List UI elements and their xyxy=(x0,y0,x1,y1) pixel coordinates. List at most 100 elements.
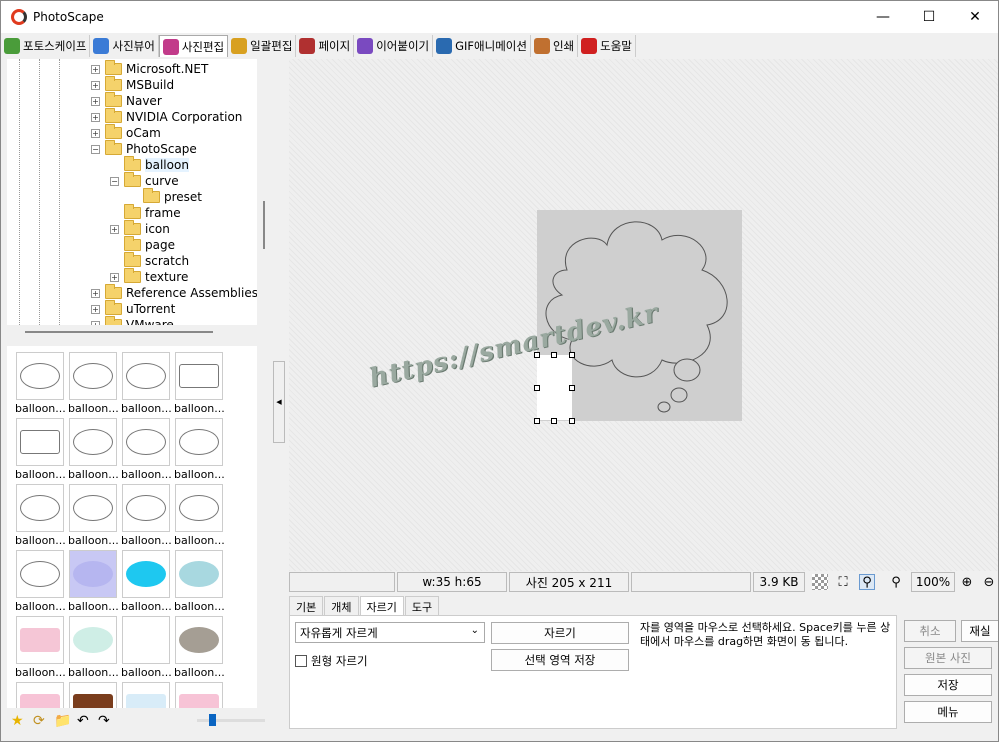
crop-selection[interactable] xyxy=(537,355,572,420)
tree-expander[interactable]: + xyxy=(91,304,100,314)
tree-item[interactable]: balloon xyxy=(110,156,189,173)
circle-crop-checkbox[interactable]: 원형 자르기 xyxy=(295,653,368,669)
balloon-thumbnail[interactable]: balloon... xyxy=(121,550,171,613)
panel-tab-3[interactable]: 도구 xyxy=(404,596,440,617)
balloon-thumbnail[interactable]: balloon... xyxy=(68,550,118,613)
balloon-thumbnail[interactable]: balloon... xyxy=(15,682,65,708)
tree-item[interactable]: + Naver xyxy=(91,92,162,109)
panel-tab-1[interactable]: 개체 xyxy=(324,596,359,617)
transparency-icon[interactable] xyxy=(812,574,828,590)
tab-5[interactable]: 이어붙이기 xyxy=(354,35,434,57)
tree-item[interactable]: + Microsoft.NET xyxy=(91,60,208,77)
favorite-star-icon[interactable]: ★ xyxy=(11,713,24,729)
minimize-button[interactable]: — xyxy=(860,1,906,33)
balloon-thumbnail[interactable]: balloon... xyxy=(68,418,118,481)
tree-expander[interactable]: − xyxy=(110,176,119,186)
tree-item[interactable]: + NVIDIA Corporation xyxy=(91,108,242,125)
back-arrow-icon[interactable]: ↶ xyxy=(77,713,89,729)
balloon-thumbnail[interactable]: balloon... xyxy=(15,616,65,679)
balloon-thumbnail[interactable]: balloon... xyxy=(15,352,65,415)
balloon-thumbnail[interactable]: balloon... xyxy=(174,616,224,679)
tree-item[interactable]: + uTorrent xyxy=(91,300,175,317)
balloon-thumbnail[interactable]: balloon... xyxy=(174,484,224,547)
tree-expander[interactable]: + xyxy=(91,288,100,298)
tab-0[interactable]: 포토스케이프 xyxy=(1,35,91,57)
tree-expander[interactable]: + xyxy=(91,80,100,90)
balloon-thumbnail[interactable]: balloon... xyxy=(68,484,118,547)
tree-item[interactable]: frame xyxy=(110,204,181,221)
tree-expander[interactable]: + xyxy=(91,64,100,74)
tree-item[interactable]: scratch xyxy=(110,252,189,269)
tree-expander[interactable]: + xyxy=(91,112,100,122)
tab-2[interactable]: 사진편집 xyxy=(158,35,229,57)
save-button[interactable]: 저장 xyxy=(904,674,992,696)
tree-item[interactable]: + oCam xyxy=(91,124,161,141)
save-selection-button[interactable]: 선택 영역 저장 xyxy=(491,649,629,671)
slider-thumb[interactable] xyxy=(209,714,216,726)
tree-horizontal-scrollbar[interactable] xyxy=(25,331,213,333)
redo-button[interactable]: 재실 xyxy=(961,620,998,642)
forward-arrow-icon[interactable]: ↷ xyxy=(98,713,110,729)
crop-handle[interactable] xyxy=(534,385,540,391)
tree-item[interactable]: + VMware xyxy=(91,316,174,325)
balloon-thumbnail[interactable]: balloon... xyxy=(121,418,171,481)
balloon-thumbnail[interactable]: balloon... xyxy=(121,484,171,547)
zoom-in-icon[interactable]: ⊕ xyxy=(959,574,975,590)
menu-button[interactable]: 메뉴 xyxy=(904,701,992,723)
tree-expander[interactable]: + xyxy=(91,128,100,138)
tab-1[interactable]: 사진뷰어 xyxy=(90,35,159,57)
crop-mode-select[interactable]: 자유롭게 자르게 ⌄ xyxy=(295,622,485,643)
cancel-button[interactable]: 취소 xyxy=(904,620,956,642)
browse-folder-icon[interactable]: 📁 xyxy=(54,713,71,729)
tree-expander[interactable]: − xyxy=(91,144,100,154)
tab-3[interactable]: 일괄편집 xyxy=(228,35,297,57)
maximize-button[interactable]: ☐ xyxy=(906,1,952,33)
fit-screen-icon[interactable]: ⛶ xyxy=(835,574,851,590)
tree-item[interactable]: + icon xyxy=(110,220,170,237)
tree-item[interactable]: − curve xyxy=(110,172,179,189)
balloon-thumbnail[interactable]: balloon... xyxy=(174,352,224,415)
crop-handle[interactable] xyxy=(569,385,575,391)
thumbnail-size-slider[interactable] xyxy=(197,719,265,722)
balloon-thumbnail[interactable]: balloon... xyxy=(68,682,118,708)
balloon-thumbnail[interactable]: balloon... xyxy=(121,616,171,679)
zoom-icon[interactable]: ⚲ xyxy=(888,574,904,590)
tree-expander[interactable]: + xyxy=(110,224,119,234)
tab-7[interactable]: 인쇄 xyxy=(531,35,579,57)
checkbox-box[interactable] xyxy=(295,655,307,667)
tree-item[interactable]: preset xyxy=(129,188,202,205)
tree-expander[interactable]: + xyxy=(91,320,100,325)
tree-item[interactable]: page xyxy=(110,236,175,253)
tree-expander[interactable]: + xyxy=(110,272,119,282)
balloon-thumbnail[interactable]: balloon... xyxy=(68,616,118,679)
zoom-out-icon[interactable]: ⊖ xyxy=(981,574,997,590)
balloon-thumbnail[interactable]: balloon... xyxy=(68,352,118,415)
crop-handle[interactable] xyxy=(569,418,575,424)
balloon-thumbnail[interactable]: balloon... xyxy=(174,418,224,481)
zoom-level[interactable]: 100% xyxy=(911,572,955,592)
tree-vertical-scrollbar[interactable] xyxy=(263,201,265,249)
crop-handle[interactable] xyxy=(551,418,557,424)
tree-item[interactable]: + Reference Assemblies xyxy=(91,284,257,301)
balloon-thumbnail[interactable]: balloon... xyxy=(121,352,171,415)
tree-item[interactable]: + MSBuild xyxy=(91,76,174,93)
rotate-folder-icon[interactable]: ⟳ xyxy=(33,713,45,729)
collapse-panel-button[interactable]: ◀ xyxy=(273,361,285,443)
balloon-thumbnail[interactable]: balloon... xyxy=(174,550,224,613)
tree-item[interactable]: + texture xyxy=(110,268,188,285)
original-photo-button[interactable]: 원본 사진 xyxy=(904,647,992,669)
actual-size-icon[interactable]: ⚲ xyxy=(859,574,875,590)
close-button[interactable]: ✕ xyxy=(952,1,998,33)
crop-button[interactable]: 자르기 xyxy=(491,622,629,644)
folder-tree[interactable]: + Microsoft.NET + MSBuild + Naver + NVIDIA Corp… xyxy=(7,59,257,325)
tree-item[interactable]: − PhotoScape xyxy=(91,140,197,157)
tab-8[interactable]: 도움말 xyxy=(578,35,636,57)
tab-6[interactable]: GIF애니메이션 xyxy=(433,35,531,57)
crop-handle[interactable] xyxy=(534,418,540,424)
balloon-thumbnail[interactable]: balloon... xyxy=(15,418,65,481)
balloon-thumbnail[interactable]: balloon... xyxy=(121,682,171,708)
balloon-thumbnail[interactable]: balloon... xyxy=(15,550,65,613)
panel-tab-0[interactable]: 기본 xyxy=(289,596,324,617)
crop-handle[interactable] xyxy=(551,352,557,358)
crop-handle[interactable] xyxy=(569,352,575,358)
